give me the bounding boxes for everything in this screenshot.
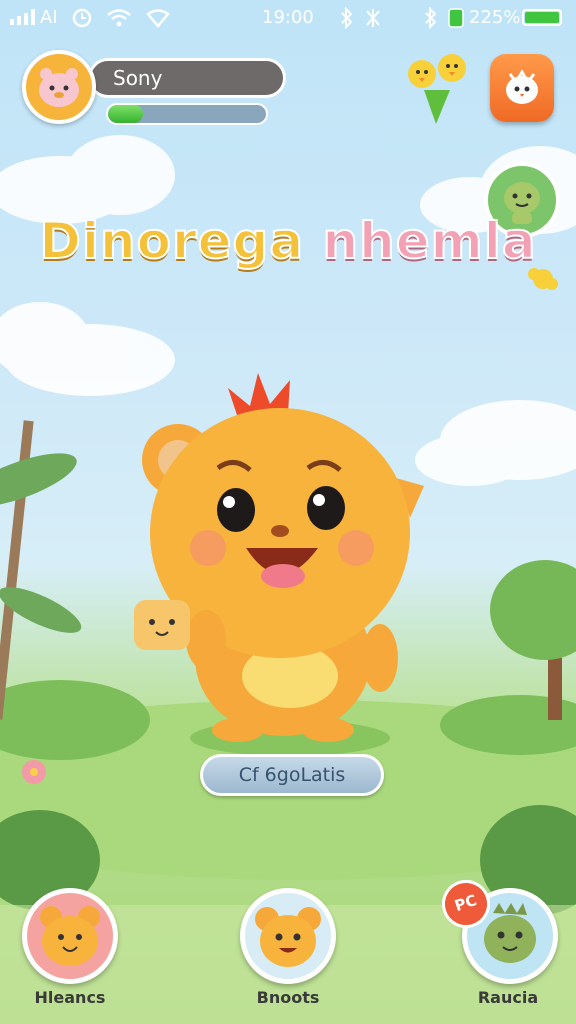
vibrate-icon (366, 9, 380, 27)
nav-bnoots-button[interactable] (240, 888, 336, 984)
profile-avatar-button[interactable] (22, 50, 96, 124)
pet-status-button[interactable]: Cf 6goLatis (200, 754, 384, 796)
bluetooth-icon (341, 7, 353, 29)
carrier-label: AI (40, 7, 58, 28)
player-name: Sony (113, 66, 163, 90)
sparkle-icon (528, 268, 558, 290)
status-bar: AI 19:00 225% (0, 0, 576, 36)
wifi-icon (107, 9, 131, 27)
battery-percent: 225% (469, 7, 521, 28)
player-name-pill[interactable]: Sony (88, 58, 286, 98)
bear-cub-icon (255, 907, 321, 967)
profile-avatar-icon (39, 68, 79, 107)
bluetooth-icon-2 (425, 7, 437, 29)
nav-hleancs-label: Hleancs (34, 988, 106, 1007)
battery-saver-icon (448, 8, 464, 28)
pet-character[interactable] (128, 368, 428, 748)
game-title-part1: Dinorega (38, 211, 305, 271)
game-title-part2: nhemla (322, 211, 537, 271)
xp-bar (106, 103, 268, 125)
nav-hleancs-button[interactable] (22, 888, 118, 984)
xp-bar-fill (108, 105, 143, 123)
egg-shop-icon (506, 69, 538, 104)
pet-status-label: Cf 6goLatis (238, 764, 346, 786)
game-title: Dinorega nhemla (0, 211, 576, 271)
signal-icon (10, 9, 35, 25)
bear-face-icon (40, 906, 100, 966)
nav-bnoots-label: Bnoots (256, 988, 320, 1007)
clock-icon (72, 8, 92, 28)
wifi-alt-icon (146, 9, 170, 28)
chicks-icon[interactable] (402, 50, 472, 124)
nav-raucia-label: Raucia (477, 988, 539, 1007)
battery-icon (522, 9, 562, 26)
status-time: 19:00 (262, 7, 314, 28)
egg-shop-button[interactable] (490, 54, 554, 122)
